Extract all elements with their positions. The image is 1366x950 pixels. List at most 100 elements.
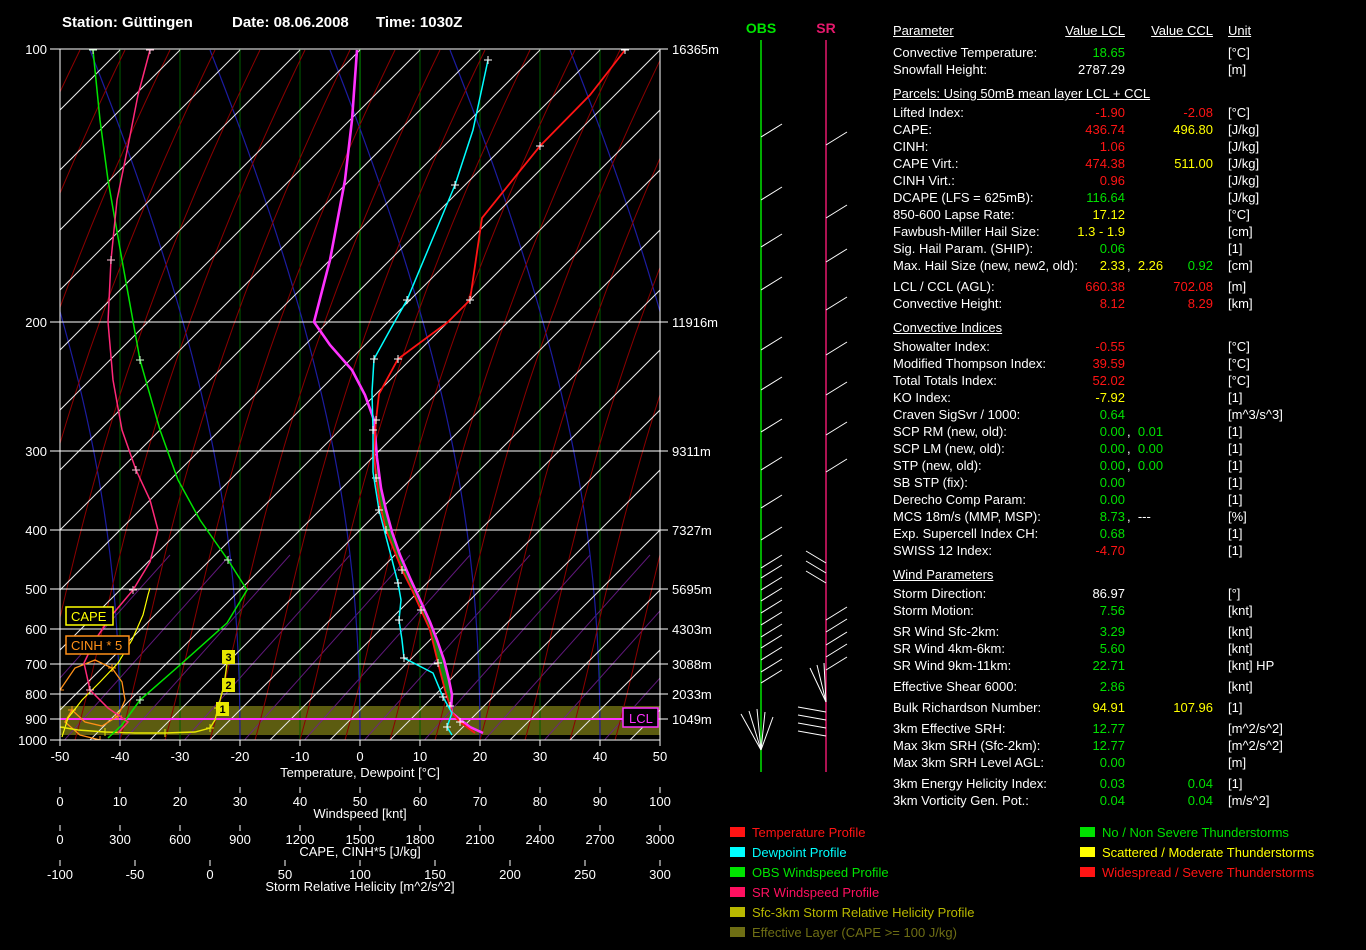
legend-label: Effective Layer (CAPE >= 100 J/kg) — [752, 925, 957, 940]
table-row-value-lcl: 12.77 — [1092, 721, 1125, 736]
table-row-value-ccl: 511.00 — [1174, 156, 1213, 171]
table-row-unit: [J/kg] — [1228, 139, 1260, 154]
table-row-value-lcl: -7.92 — [1095, 390, 1125, 405]
table-row-unit: [m/s^2] — [1228, 793, 1270, 808]
legend-swatch — [730, 847, 745, 857]
legend-label: Widespread / Severe Thunderstorms — [1102, 865, 1315, 880]
table-row-value-lcl: 22.71 — [1092, 658, 1125, 673]
table-row-value-lcl: 0.00 — [1099, 475, 1125, 490]
table-row-unit: [cm] — [1228, 224, 1253, 239]
table-row-label: Lifted Index: — [893, 105, 964, 120]
table-row-value-lcl: 0.00 — [1099, 441, 1125, 456]
table-row-label: SR Wind 4km-6km: — [893, 641, 1005, 656]
table-row-value-lcl: 1.06 — [1099, 139, 1125, 154]
legend-swatch — [730, 867, 745, 877]
table-row-label: CINH Virt.: — [893, 173, 955, 188]
table-row-unit: [cm] — [1228, 258, 1253, 273]
legend-swatch — [730, 827, 745, 837]
table-row-value-lcl: 116.64 — [1086, 190, 1125, 205]
col-header-value-ccl: Value CCL — [1151, 23, 1213, 38]
table-row-value-lcl: 0.64 — [1099, 407, 1125, 422]
col-header-parameter: Parameter — [893, 23, 954, 38]
table-row-label: Effective Shear 6000: — [893, 679, 1018, 694]
table-row-unit: [°C] — [1228, 105, 1250, 120]
table-section-title: Wind Parameters — [893, 567, 994, 582]
table-row-label: CAPE: — [893, 122, 933, 137]
table-row-unit: [1] — [1228, 390, 1243, 405]
table-row-label: SCP LM (new, old): — [893, 441, 1005, 456]
table-row-value-lcl: 474.38 — [1085, 156, 1125, 171]
table-row-value-lcl: 8.12 — [1099, 296, 1125, 311]
legend-label: Scattered / Moderate Thunderstorms — [1102, 845, 1315, 860]
table-row-label: Convective Height: — [893, 296, 1003, 311]
table-row-unit: [km] — [1228, 296, 1253, 311]
legend-swatch — [1080, 847, 1095, 857]
table-row-unit: [1] — [1228, 475, 1243, 490]
table-row-value-lcl: 0.00 — [1099, 492, 1125, 507]
table-row-value-ccl: 0.92 — [1187, 258, 1213, 273]
col-header-value-lcl: Value LCL — [1065, 23, 1125, 38]
table-row-unit: [°C] — [1228, 207, 1250, 222]
legend-swatch — [1080, 827, 1095, 837]
table-row-label: CAPE Virt.: — [893, 156, 959, 171]
table-row-label: 3km Vorticity Gen. Pot.: — [893, 793, 1029, 808]
table-row-value-lcl: 0.04 — [1099, 793, 1125, 808]
table-row-value-lcl: 1.3 - 1.9 — [1077, 224, 1125, 239]
table-row-label: SB STP (fix): — [893, 475, 968, 490]
table-row-unit: [1] — [1228, 458, 1243, 473]
table-row-unit: [J/kg] — [1228, 122, 1260, 137]
table-row-label: Storm Direction: — [893, 586, 987, 601]
table-row-value-lcl: 2.33 — [1099, 258, 1125, 273]
table-row-value-extra: , 0.01 — [1127, 424, 1164, 439]
parameter-table: Parameter Value LCL Value CCL Unit Conve… — [0, 0, 1366, 950]
table-row-value-lcl: 17.12 — [1092, 207, 1125, 222]
table-row-value-lcl: -1.90 — [1095, 105, 1125, 120]
table-row-unit: [knt] — [1228, 624, 1253, 639]
table-row-value-lcl: 2787.29 — [1078, 62, 1125, 77]
table-row-value-ccl: 8.29 — [1187, 296, 1213, 311]
table-row-value-lcl: 3.29 — [1099, 624, 1125, 639]
table-row-value-lcl: -0.55 — [1095, 339, 1125, 354]
table-row-value-lcl: 7.56 — [1099, 603, 1125, 618]
table-row-value-lcl: 5.60 — [1099, 641, 1125, 656]
table-row-value-ccl: 496.80 — [1173, 122, 1213, 137]
table-row-value-lcl: 39.59 — [1092, 356, 1125, 371]
col-header-unit: Unit — [1228, 23, 1252, 38]
table-row-value-ccl: -2.08 — [1183, 105, 1213, 120]
table-row-unit: [1] — [1228, 424, 1243, 439]
table-row-value-lcl: 0.00 — [1099, 424, 1125, 439]
legend-label: SR Windspeed Profile — [752, 885, 880, 900]
table-row-unit: [J/kg] — [1228, 156, 1260, 171]
table-row-unit: [m] — [1228, 62, 1247, 77]
legend-label: Sfc-3km Storm Relative Helicity Profile — [752, 905, 975, 920]
table-row-unit: [J/kg] — [1228, 173, 1260, 188]
table-row-value-lcl: 0.00 — [1099, 458, 1125, 473]
table-row-unit: [J/kg] — [1228, 190, 1260, 205]
table-row-value-lcl: 660.38 — [1085, 279, 1125, 294]
table-row-unit: [m^3/s^3] — [1228, 407, 1283, 422]
table-row-value-extra: , 0.00 — [1127, 441, 1164, 456]
table-row-unit: [knt] — [1228, 603, 1253, 618]
table-row-value-lcl: 18.65 — [1092, 45, 1125, 60]
table-row-unit: [1] — [1228, 492, 1243, 507]
table-row-label: LCL / CCL (AGL): — [893, 279, 995, 294]
table-row-label: Storm Motion: — [893, 603, 974, 618]
table-row-value-extra: , --- — [1127, 509, 1151, 524]
sounding-app: Station: Güttingen Date: 08.06.2008 Time… — [0, 0, 1366, 950]
table-row-value-ccl: 702.08 — [1173, 279, 1213, 294]
table-row-unit: [knt] HP — [1228, 658, 1275, 673]
table-row-value-lcl: 0.96 — [1099, 173, 1125, 188]
table-row-unit: [1] — [1228, 776, 1243, 791]
table-row-label: SCP RM (new, old): — [893, 424, 1007, 439]
table-row-label: 850-600 Lapse Rate: — [893, 207, 1015, 222]
table-row-unit: [°C] — [1228, 339, 1250, 354]
table-row-label: Showalter Index: — [893, 339, 990, 354]
table-section-title: Convective Indices — [893, 320, 1003, 335]
table-row-value-lcl: 94.91 — [1092, 700, 1125, 715]
table-row-label: CINH: — [893, 139, 929, 154]
table-row-value-ccl: 0.04 — [1187, 793, 1213, 808]
table-row-value-lcl: 2.86 — [1099, 679, 1125, 694]
table-row-value-lcl: -4.70 — [1095, 543, 1125, 558]
table-row-unit: [m] — [1228, 279, 1247, 294]
table-row-value-ccl: 0.04 — [1187, 776, 1213, 791]
